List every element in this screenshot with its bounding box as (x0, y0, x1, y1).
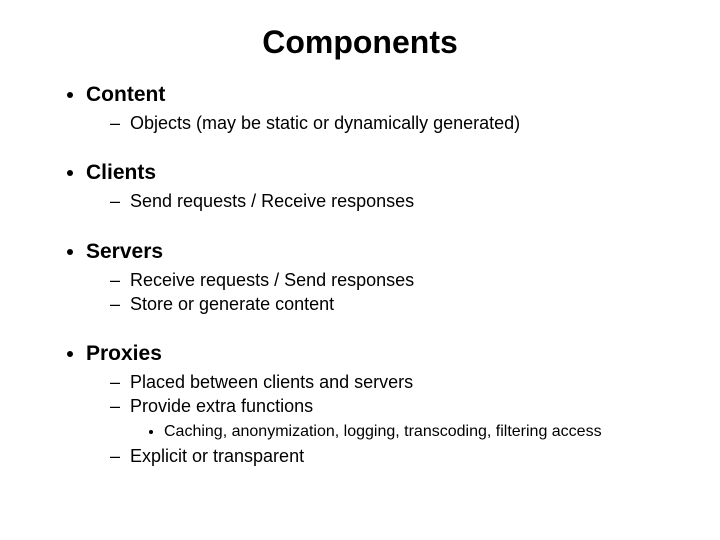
subitem: Send requests / Receive responses (110, 189, 670, 213)
item-proxies: Proxies Placed between clients and serve… (86, 342, 670, 468)
subitem: Store or generate content (110, 292, 670, 316)
subitem: Objects (may be static or dynamically ge… (110, 111, 670, 135)
subitem-label: Provide extra functions (130, 396, 313, 416)
subsubitem: Caching, anonymization, logging, transco… (164, 421, 670, 443)
bullet-list: Content Objects (may be static or dynami… (50, 83, 670, 469)
slide: Components Content Objects (may be stati… (0, 0, 720, 540)
subsublist: Caching, anonymization, logging, transco… (130, 421, 670, 443)
subitem: Provide extra functions Caching, anonymi… (110, 394, 670, 442)
item-label: Servers (86, 240, 163, 263)
subitem: Explicit or transparent (110, 444, 670, 468)
sublist: Placed between clients and servers Provi… (86, 370, 670, 468)
slide-title: Components (50, 24, 670, 61)
item-label: Clients (86, 161, 156, 184)
item-label: Proxies (86, 342, 162, 365)
sublist: Send requests / Receive responses (86, 189, 670, 213)
subitem: Receive requests / Send responses (110, 268, 670, 292)
item-label: Content (86, 83, 165, 106)
sublist: Receive requests / Send responses Store … (86, 268, 670, 317)
subitem: Placed between clients and servers (110, 370, 670, 394)
item-servers: Servers Receive requests / Send response… (86, 240, 670, 317)
sublist: Objects (may be static or dynamically ge… (86, 111, 670, 135)
item-clients: Clients Send requests / Receive response… (86, 161, 670, 213)
item-content: Content Objects (may be static or dynami… (86, 83, 670, 135)
